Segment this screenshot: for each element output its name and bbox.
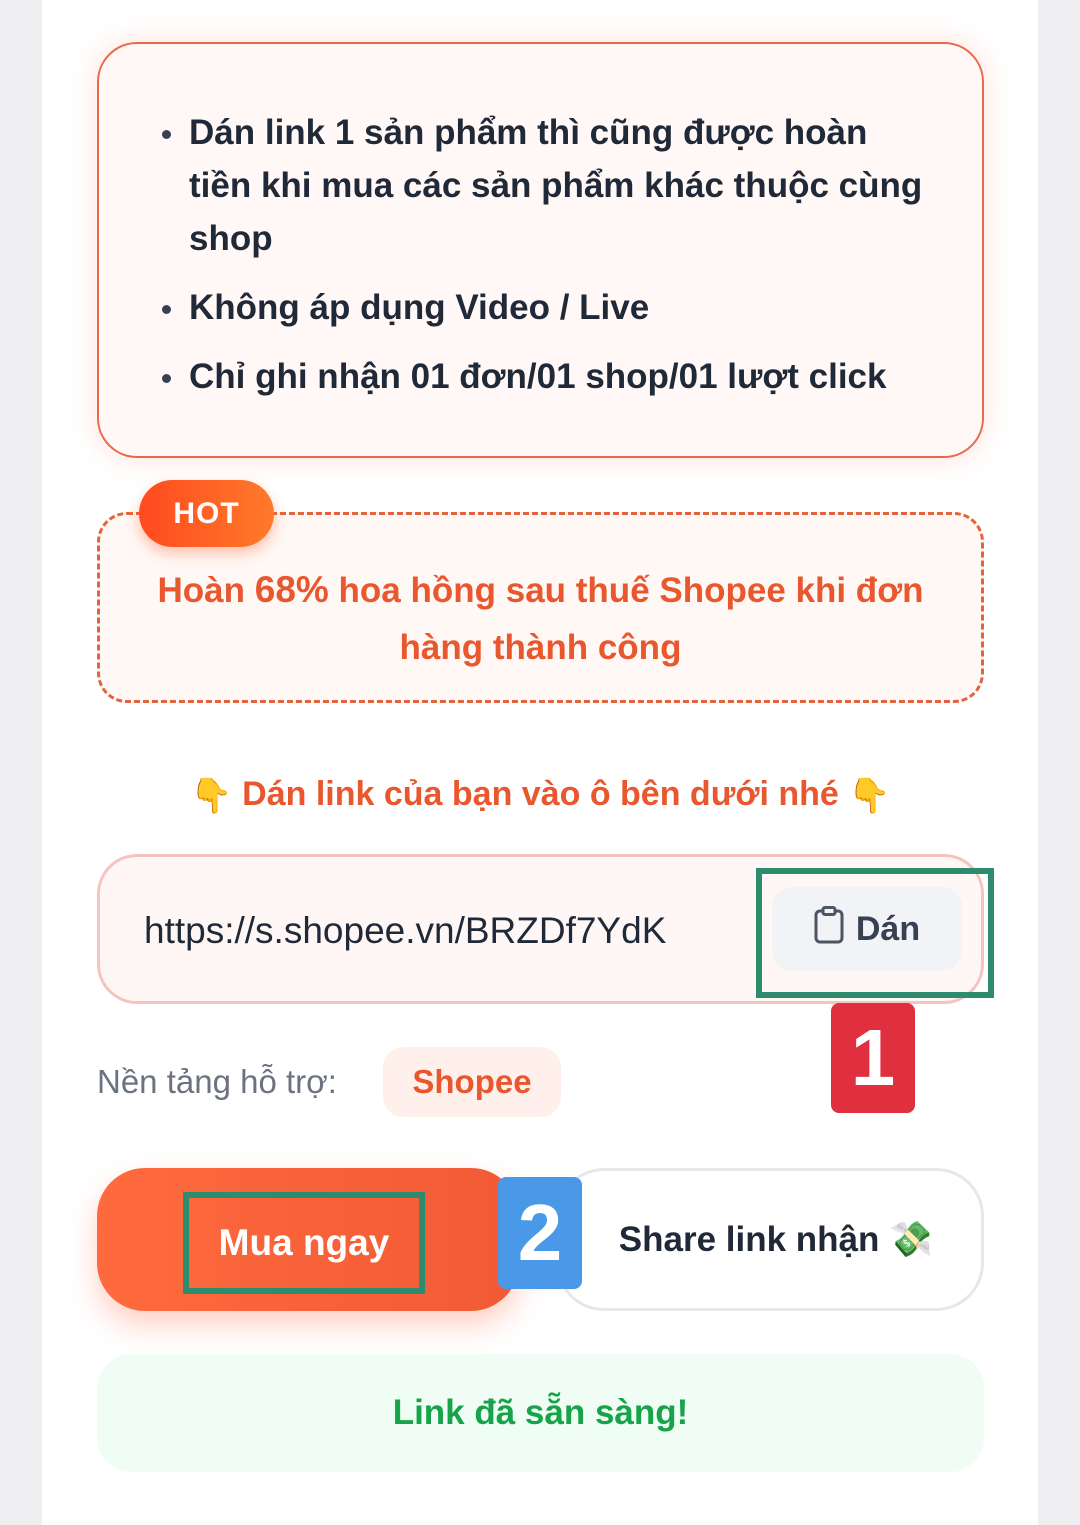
paste-prompt: 👇 Dán link của bạn vào ô bên dưới nhé 👇	[97, 766, 984, 824]
buy-now-label: Mua ngay	[183, 1192, 425, 1294]
annotation-frame-paste	[756, 868, 994, 998]
money-wings-icon: 💸	[889, 1220, 933, 1259]
step-1-badge: 1	[831, 1003, 915, 1113]
pointing-down-icon: 👇	[848, 777, 891, 816]
promo-text-start: Hoàn	[157, 571, 255, 610]
step-2-badge: 2	[498, 1177, 582, 1289]
link-input[interactable]	[144, 901, 744, 961]
hot-badge: HOT	[139, 480, 274, 547]
pointing-down-icon: 👇	[190, 777, 233, 816]
platform-chip-shopee: Shopee	[383, 1047, 561, 1117]
promo-percent: 68%	[254, 569, 329, 610]
info-list: Dán link 1 sản phẩm thì cũng được hoàn t…	[162, 106, 929, 419]
info-card: Dán link 1 sản phẩm thì cũng được hoàn t…	[97, 42, 984, 458]
status-message: Link đã sẵn sàng!	[97, 1354, 984, 1472]
promo-text-end: hoa hồng sau thuế Shopee khi đơn hàng th…	[328, 571, 924, 667]
info-item: Dán link 1 sản phẩm thì cũng được hoàn t…	[162, 106, 929, 265]
paste-prompt-text: Dán link của bạn vào ô bên dưới nhé	[232, 775, 849, 813]
info-item: Không áp dụng Video / Live	[162, 281, 929, 334]
promo-text: Hoàn 68% hoa hồng sau thuế Shopee khi đơ…	[120, 561, 961, 676]
share-link-label: Share link nhận	[618, 1219, 880, 1259]
info-item: Chỉ ghi nhận 01 đơn/01 shop/01 lượt clic…	[162, 350, 929, 403]
share-link-button[interactable]: Share link nhận 💸	[556, 1168, 984, 1311]
platform-label: Nền tảng hỗ trợ:	[97, 1063, 337, 1100]
